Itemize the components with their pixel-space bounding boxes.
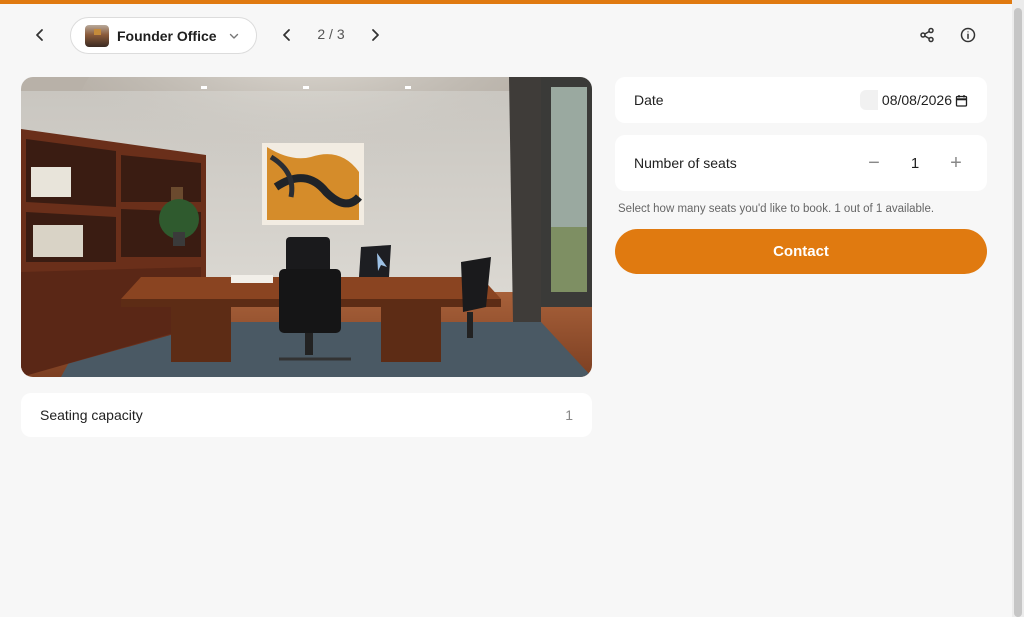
chevron-right-icon (372, 29, 379, 41)
info-button[interactable] (952, 19, 984, 51)
scrollbar-thumb[interactable] (1014, 8, 1022, 617)
date-value: 08/08/2026 (881, 92, 952, 108)
share-icon (920, 27, 934, 43)
seats-field-card: Number of seats − 1 + (615, 135, 987, 191)
contact-button[interactable]: Contact (615, 229, 987, 274)
seats-helper-text: Select how many seats you'd like to book… (618, 203, 935, 215)
office-illustration (21, 77, 592, 377)
seats-value: 1 (910, 154, 920, 172)
share-button[interactable] (911, 19, 943, 51)
seating-capacity-value: 1 (565, 407, 573, 423)
back-icon (36, 29, 43, 41)
room-thumbnail (85, 24, 109, 47)
increment-seats-button[interactable]: + (944, 151, 968, 175)
previous-room-button[interactable] (271, 19, 303, 51)
date-field-card: Date 08/08/2026 (615, 77, 987, 123)
info-icon (960, 27, 976, 43)
date-label: Date (634, 92, 664, 108)
calendar-icon[interactable] (955, 94, 968, 107)
seating-capacity-label: Seating capacity (40, 407, 143, 423)
room-selector[interactable]: Founder Office (70, 17, 257, 54)
chevron-left-icon (283, 29, 290, 41)
back-button[interactable] (24, 19, 56, 51)
room-pager: 2 / 3 (317, 26, 345, 42)
decrement-seats-button[interactable]: − (862, 151, 886, 175)
next-room-button[interactable] (359, 19, 391, 51)
seats-label: Number of seats (634, 155, 737, 171)
room-selector-label: Founder Office (117, 27, 217, 44)
date-input[interactable]: 08/08/2026 (859, 90, 968, 110)
top-accent-bar (0, 0, 1024, 4)
chevron-down-icon (229, 33, 239, 39)
room-photo (21, 77, 592, 377)
seating-capacity-card: Seating capacity 1 (21, 393, 592, 437)
seats-stepper: − 1 + (862, 151, 968, 175)
